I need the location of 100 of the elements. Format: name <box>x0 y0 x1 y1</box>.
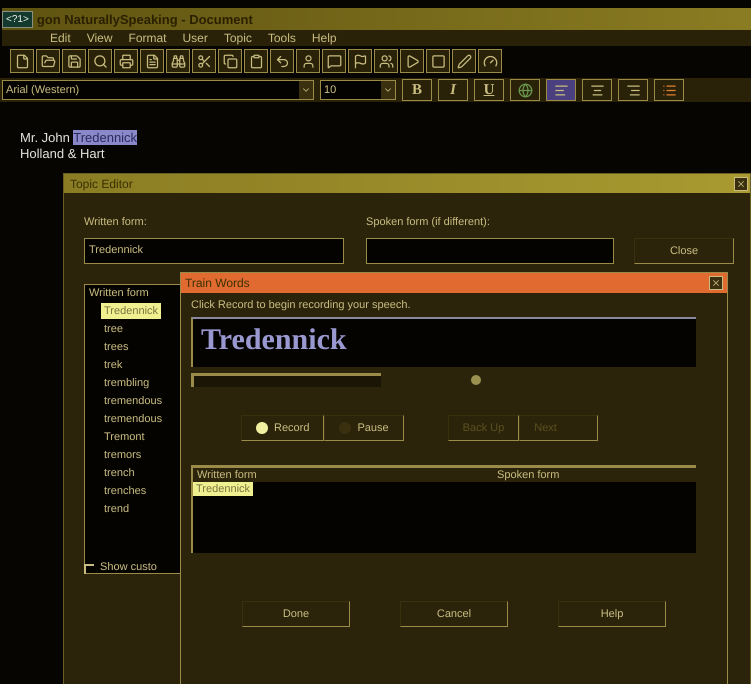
toolbar-button[interactable] <box>36 49 60 73</box>
document-line: Mr. John Tredennick <box>20 130 138 146</box>
person-icon <box>300 54 316 68</box>
gauge-icon <box>482 54 498 68</box>
align-button[interactable] <box>618 79 648 101</box>
font-dropdown[interactable]: Arial (Western) <box>2 80 314 100</box>
italic-button[interactable]: I <box>438 79 468 101</box>
status-dot <box>471 375 481 385</box>
close-icon <box>736 178 746 188</box>
toolbar-button[interactable] <box>10 49 34 73</box>
document-icon <box>144 54 160 68</box>
toolbar-button[interactable] <box>296 49 320 73</box>
toolbar-button[interactable] <box>478 49 502 73</box>
toolbar-button[interactable] <box>114 49 138 73</box>
app-badge: <?1> <box>2 10 33 28</box>
menu-item[interactable]: Format <box>128 31 166 45</box>
flag-icon <box>352 54 368 68</box>
binoculars-icon <box>170 54 186 68</box>
word-item[interactable]: trend <box>101 501 132 517</box>
underline-button[interactable]: U <box>474 79 504 101</box>
menu-item[interactable]: Topic <box>224 31 252 45</box>
word-item[interactable]: trembling <box>101 375 152 391</box>
folder-icon <box>40 54 56 68</box>
people-icon <box>378 54 394 68</box>
toolbar-button[interactable] <box>166 49 190 73</box>
close-button[interactable] <box>734 176 748 190</box>
instruction-text: Click Record to begin recording your speech. <box>191 299 412 311</box>
column-header: Written form <box>196 468 258 482</box>
undo-icon <box>274 54 290 68</box>
word-item[interactable]: trees <box>101 339 132 355</box>
new-file-icon <box>14 54 30 68</box>
window-title: gon NaturallySpeaking - Document <box>36 12 253 26</box>
checkbox-label: Show custo <box>100 561 157 573</box>
align-icon <box>554 82 568 98</box>
align-icon <box>626 82 640 98</box>
window-title: Topic Editor <box>70 176 133 190</box>
word-item[interactable]: trenches <box>101 483 150 499</box>
field-label: Spoken form (if different): <box>366 216 490 228</box>
column-header: Spoken form <box>496 468 560 482</box>
toolbar-button[interactable] <box>62 49 86 73</box>
menu-item[interactable]: User <box>182 31 208 45</box>
menu-item[interactable]: Edit <box>50 31 71 45</box>
pause-button[interactable]: Pause <box>324 415 404 441</box>
toolbar-button[interactable] <box>400 49 424 73</box>
window-title: Train Words <box>185 276 250 290</box>
word-item[interactable]: tremendous <box>101 393 166 409</box>
toolbar-button[interactable] <box>270 49 294 73</box>
word-item[interactable]: Tredennick <box>101 303 162 319</box>
toolbar-button[interactable] <box>348 49 372 73</box>
bullets-button[interactable] <box>654 79 684 101</box>
menu-item[interactable]: View <box>86 31 112 45</box>
field-label: Written form: <box>84 216 147 228</box>
document-line: Holland & Hart <box>20 146 106 162</box>
written-form-field[interactable]: Tredennick <box>84 238 344 264</box>
spoken-form-field[interactable] <box>366 238 614 264</box>
word-item[interactable]: trench <box>101 465 138 481</box>
list-icon <box>662 82 676 98</box>
copy-icon <box>222 54 238 68</box>
menu-item[interactable]: Help <box>312 31 337 45</box>
save-icon <box>66 54 82 68</box>
speech-bubble-icon <box>326 54 342 68</box>
clipboard-icon <box>248 54 264 68</box>
printer-icon <box>118 54 134 68</box>
align-button[interactable] <box>582 79 612 101</box>
word-item[interactable]: tree <box>101 321 126 337</box>
checkbox[interactable] <box>84 564 94 574</box>
font-size-dropdown[interactable]: 10 <box>320 80 396 100</box>
globe-icon <box>518 82 532 98</box>
align-button[interactable] <box>546 79 576 101</box>
word-display: Tredennick <box>191 317 696 367</box>
toolbar-button[interactable] <box>452 49 476 73</box>
word-item[interactable]: Tremont <box>101 429 148 445</box>
play-icon <box>404 54 420 68</box>
dialog-button[interactable]: Cancel <box>400 601 508 627</box>
word-item[interactable]: tremendous <box>101 411 166 427</box>
close-button[interactable]: Close <box>634 238 734 264</box>
bold-button[interactable]: B <box>402 79 432 101</box>
close-icon <box>711 278 721 288</box>
toolbar-button[interactable] <box>244 49 268 73</box>
dialog-button[interactable]: Help <box>558 601 666 627</box>
record-button[interactable]: Record <box>241 415 324 441</box>
toolbar-button[interactable] <box>218 49 242 73</box>
toolbar-button[interactable] <box>426 49 450 73</box>
dialog-button[interactable]: Done <box>242 601 350 627</box>
search-icon <box>92 54 108 68</box>
toolbar-button[interactable] <box>88 49 112 73</box>
word-item[interactable]: trek <box>101 357 126 373</box>
toolbar-button[interactable] <box>322 49 346 73</box>
align-icon <box>590 82 604 98</box>
table-cell[interactable]: Tredennick <box>193 482 254 496</box>
close-button[interactable] <box>709 276 723 290</box>
color-button[interactable] <box>510 79 540 101</box>
word-item[interactable]: tremors <box>101 447 144 463</box>
stop-icon <box>430 54 446 68</box>
toolbar-button[interactable] <box>192 49 216 73</box>
scissors-icon <box>196 54 212 68</box>
list-header: Written form <box>88 286 150 301</box>
toolbar-button[interactable] <box>140 49 164 73</box>
menu-item[interactable]: Tools <box>268 31 296 45</box>
toolbar-button[interactable] <box>374 49 398 73</box>
